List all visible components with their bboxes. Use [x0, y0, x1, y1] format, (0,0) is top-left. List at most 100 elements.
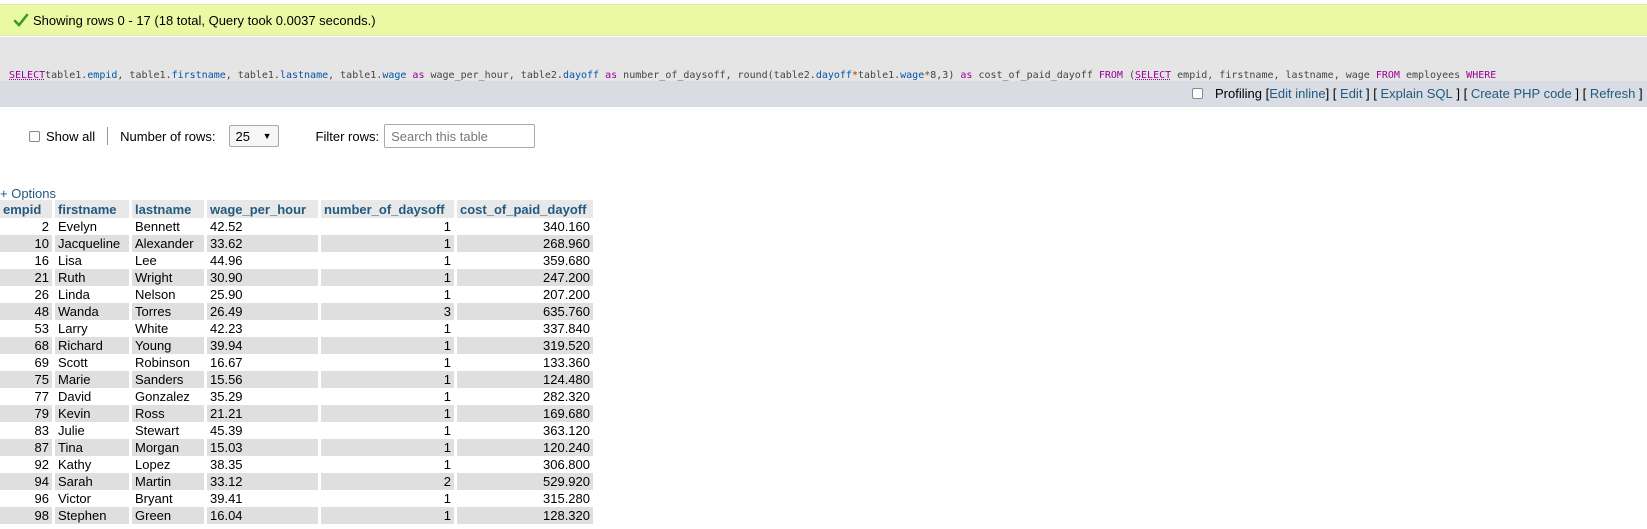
cell-wage_per_hour: 15.56 [205, 371, 321, 388]
cell-empid: 16 [0, 252, 55, 269]
cell-lastname: Green [130, 507, 207, 524]
cell-number_of_daysoff: 1 [319, 490, 457, 507]
table-row[interactable]: 26 Linda Nelson 25.90 1 207.200 [0, 286, 596, 303]
cell-cost_of_paid_dayoff: 128.320 [455, 507, 596, 524]
cell-empid: 87 [0, 439, 55, 456]
cell-firstname: Lisa [53, 252, 132, 269]
table-row[interactable]: 16 Lisa Lee 44.96 1 359.680 [0, 252, 596, 269]
cell-empid: 96 [0, 490, 55, 507]
cell-lastname: Bryant [130, 490, 207, 507]
table-row[interactable]: 92 Kathy Lopez 38.35 1 306.800 [0, 456, 596, 473]
options-toggle[interactable]: + Options [0, 186, 56, 201]
cell-firstname: Sarah [53, 473, 132, 490]
cell-number_of_daysoff: 1 [319, 456, 457, 473]
cell-empid: 75 [0, 371, 55, 388]
table-row[interactable]: 77 David Gonzalez 35.29 1 282.320 [0, 388, 596, 405]
create-php-code-link[interactable]: Create PHP code [1471, 86, 1572, 101]
table-row[interactable]: 96 Victor Bryant 39.41 1 315.280 [0, 490, 596, 507]
cell-number_of_daysoff: 1 [319, 218, 457, 235]
edit-inline-link[interactable]: Edit inline [1269, 86, 1325, 101]
cell-cost_of_paid_dayoff: 124.480 [455, 371, 596, 388]
cell-lastname: Lopez [130, 456, 207, 473]
cell-lastname: Nelson [130, 286, 207, 303]
table-row[interactable]: 83 Julie Stewart 45.39 1 363.120 [0, 422, 596, 439]
table-row[interactable]: 87 Tina Morgan 15.03 1 120.240 [0, 439, 596, 456]
cell-firstname: Tina [53, 439, 132, 456]
cell-firstname: Ruth [53, 269, 132, 286]
sql-token: empid [87, 70, 118, 81]
cell-firstname: David [53, 388, 132, 405]
dropdown-arrow-icon: ▼ [262, 131, 272, 141]
sql-token: dayoff [815, 70, 852, 81]
column-header-firstname[interactable]: firstname [53, 200, 132, 218]
cell-lastname: Lee [130, 252, 207, 269]
results-table: empid firstname lastname wage_per_hour numbe… [0, 200, 596, 524]
sql-token: employees [1399, 70, 1467, 81]
cell-empid: 26 [0, 286, 55, 303]
cell-empid: 69 [0, 354, 55, 371]
sql-token: 8,3) [930, 70, 961, 81]
cell-cost_of_paid_dayoff: 363.120 [455, 422, 596, 439]
filter-label: Filter rows: [315, 128, 380, 144]
cell-empid: 92 [0, 456, 55, 473]
sql-token: firstname [171, 70, 226, 81]
sql-token: empid, firstname, lastname, wage [1171, 70, 1376, 81]
profiling-checkbox[interactable] [1192, 88, 1203, 99]
cell-firstname: Stephen [53, 507, 132, 524]
cell-firstname: Richard [53, 337, 132, 354]
cell-empid: 21 [0, 269, 55, 286]
cell-lastname: White [130, 320, 207, 337]
edit-link[interactable]: Edit [1340, 86, 1362, 101]
cell-firstname: Jacqueline [53, 235, 132, 252]
cell-cost_of_paid_dayoff: 169.680 [455, 405, 596, 422]
table-navigation: Show all Number of rows: 25 ▼ Filter row… [29, 124, 536, 148]
table-row[interactable]: 53 Larry White 42.23 1 337.840 [0, 320, 596, 337]
show-all-checkbox[interactable] [29, 130, 40, 142]
sql-token: table1. [45, 70, 88, 81]
column-header-lastname[interactable]: lastname [130, 200, 207, 218]
cell-number_of_daysoff: 1 [319, 422, 457, 439]
cell-cost_of_paid_dayoff: 635.760 [455, 303, 596, 320]
column-header-wage_per_hour[interactable]: wage_per_hour [205, 200, 321, 218]
table-row[interactable]: 94 Sarah Martin 33.12 2 529.920 [0, 473, 596, 490]
cell-empid: 98 [0, 507, 55, 524]
cell-empid: 48 [0, 303, 55, 320]
table-row[interactable]: 48 Wanda Torres 26.49 3 635.760 [0, 303, 596, 320]
cell-number_of_daysoff: 1 [319, 354, 457, 371]
nav-divider [107, 127, 109, 145]
sql-line-1: SELECTtable1.empid, table1.firstname, ta… [9, 69, 1647, 81]
rows-per-page-select[interactable]: 25 ▼ [228, 125, 279, 147]
table-row[interactable]: 2 Evelyn Bennett 42.52 1 340.160 [0, 218, 596, 235]
cell-lastname: Gonzalez [130, 388, 207, 405]
cell-wage_per_hour: 44.96 [205, 252, 321, 269]
table-row[interactable]: 68 Richard Young 39.94 1 319.520 [0, 337, 596, 354]
cell-wage_per_hour: 21.21 [205, 405, 321, 422]
sql-token: , table1. [328, 70, 383, 81]
cell-empid: 2 [0, 218, 55, 235]
table-row[interactable]: 79 Kevin Ross 21.21 1 169.680 [0, 405, 596, 422]
column-header-empid[interactable]: empid [0, 200, 55, 218]
cell-cost_of_paid_dayoff: 340.160 [455, 218, 596, 235]
table-row[interactable]: 98 Stephen Green 16.04 1 128.320 [0, 507, 596, 524]
cell-wage_per_hour: 38.35 [205, 456, 321, 473]
cell-lastname: Sanders [130, 371, 207, 388]
sql-token: lastname [279, 70, 329, 81]
cell-cost_of_paid_dayoff: 120.240 [455, 439, 596, 456]
table-row[interactable]: 69 Scott Robinson 16.67 1 133.360 [0, 354, 596, 371]
cell-cost_of_paid_dayoff: 207.200 [455, 286, 596, 303]
table-row[interactable]: 21 Ruth Wright 30.90 1 247.200 [0, 269, 596, 286]
table-body: 2 Evelyn Bennett 42.52 1 340.160 10 Jacqueline A… [0, 218, 596, 524]
refresh-link[interactable]: Refresh [1590, 86, 1636, 101]
cell-wage_per_hour: 33.62 [205, 235, 321, 252]
cell-number_of_daysoff: 1 [319, 320, 457, 337]
table-row[interactable]: 10 Jacqueline Alexander 33.62 1 268.960 [0, 235, 596, 252]
column-header-number_of_daysoff[interactable]: number_of_daysoff [319, 200, 457, 218]
cell-empid: 94 [0, 473, 55, 490]
sql-token: number_of_daysoff, round(table2. [623, 70, 816, 81]
cell-cost_of_paid_dayoff: 319.520 [455, 337, 596, 354]
filter-rows-input[interactable]: Search this table [384, 124, 536, 148]
column-header-cost_of_paid_dayoff[interactable]: cost_of_paid_dayoff [455, 200, 596, 218]
explain-sql-link[interactable]: Explain SQL [1381, 86, 1453, 101]
rows-per-page-value: 25 [235, 128, 250, 144]
table-row[interactable]: 75 Marie Sanders 15.56 1 124.480 [0, 371, 596, 388]
